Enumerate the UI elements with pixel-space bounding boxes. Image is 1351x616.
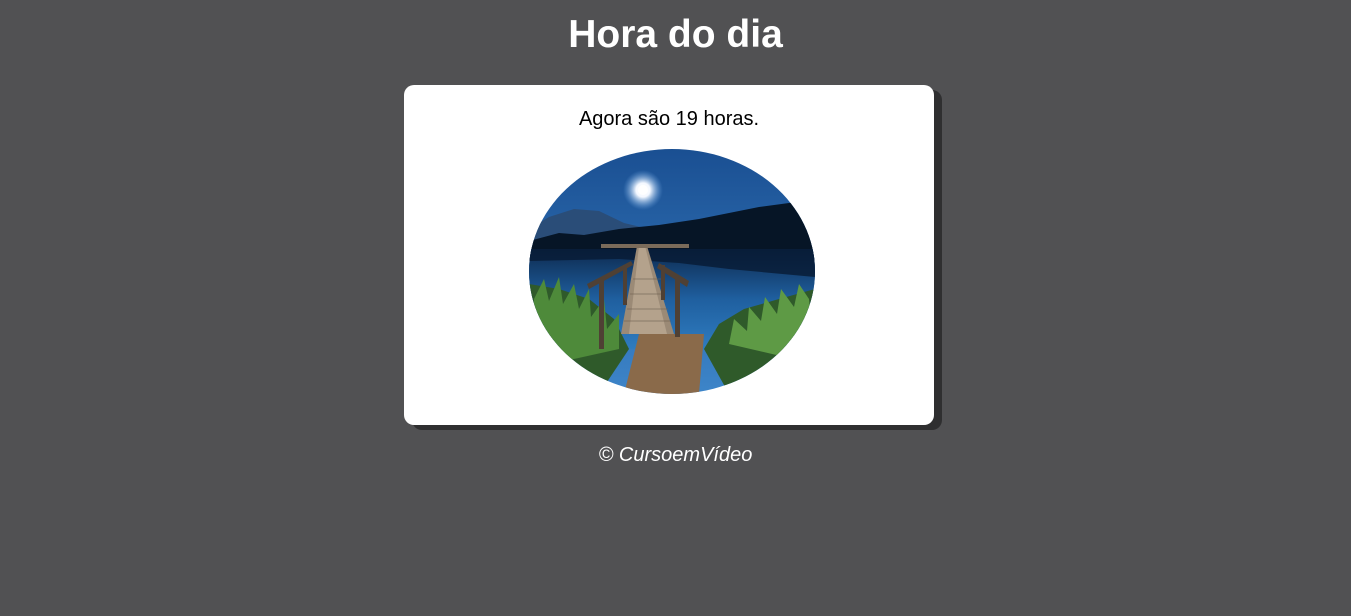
footer-credit: © CursoemVídeo	[598, 444, 753, 466]
night-lake-photo	[529, 149, 815, 394]
time-card: Agora são 19 horas.	[404, 85, 934, 425]
page-title: Hora do dia	[568, 13, 783, 56]
hour-message: Agora são 19 horas.	[578, 108, 760, 130]
